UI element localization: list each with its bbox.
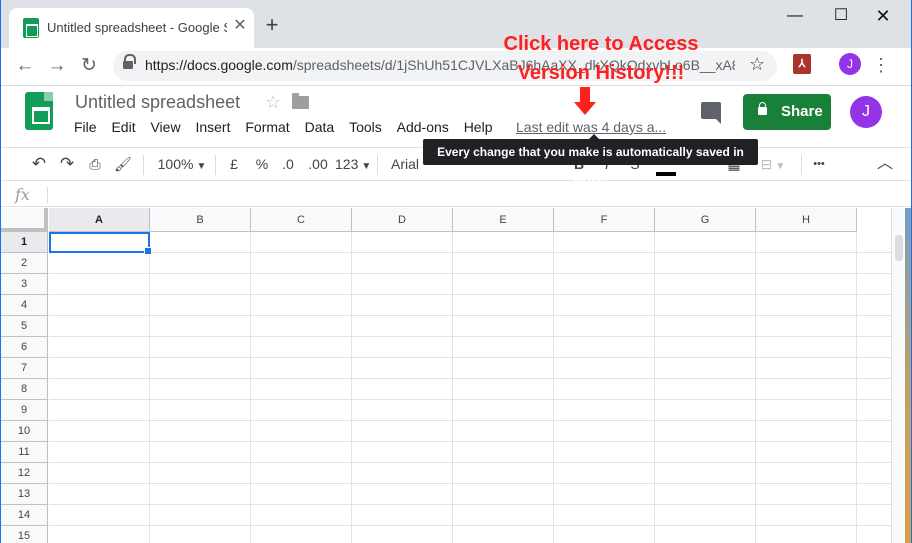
row-header[interactable]: 15 — [1, 526, 48, 543]
lock-icon — [758, 102, 767, 115]
sheets-logo-icon[interactable] — [25, 92, 53, 130]
undo-icon[interactable]: ↶ — [29, 154, 49, 174]
paint-format-icon[interactable]: 🖌 — [113, 154, 133, 174]
formula-bar[interactable]: fx — [1, 183, 911, 207]
column-header[interactable]: C — [251, 208, 352, 232]
font-select[interactable]: Arial — [391, 154, 421, 174]
toolbar-divider — [801, 155, 802, 175]
row-header[interactable]: 6 — [1, 337, 48, 358]
zoom-select[interactable]: 100% ▼ — [153, 154, 211, 174]
increase-decimal-button[interactable]: .00 — [305, 154, 331, 174]
toolbar-divider — [215, 155, 216, 175]
row-header[interactable]: 14 — [1, 505, 48, 526]
number-format-select[interactable]: 123 ▼ — [335, 154, 371, 174]
window-maximize-button[interactable]: ☐ — [819, 4, 863, 28]
menu-tools[interactable]: Tools — [349, 119, 382, 135]
row-header[interactable]: 2 — [1, 253, 48, 274]
new-tab-button[interactable]: + — [261, 14, 283, 36]
row-header[interactable]: 7 — [1, 358, 48, 379]
last-edit-link[interactable]: Last edit was 4 days a... — [516, 119, 666, 135]
row-header[interactable]: 8 — [1, 379, 48, 400]
tab-title: Untitled spreadsheet - Google Sh — [47, 20, 227, 35]
row-header[interactable]: 12 — [1, 463, 48, 484]
tab-strip: Untitled spreadsheet - Google Sh ✕ + — ☐… — [1, 0, 911, 48]
percent-format-button[interactable]: % — [253, 154, 271, 174]
cell-area[interactable] — [49, 232, 891, 543]
row-header[interactable]: 5 — [1, 316, 48, 337]
chrome-profile-avatar[interactable]: J — [839, 53, 861, 75]
fx-icon: fx — [15, 185, 30, 204]
back-arrow-icon[interactable]: ← — [11, 52, 39, 80]
tab-close-icon[interactable]: ✕ — [231, 17, 249, 35]
menu-format[interactable]: Format — [245, 119, 289, 135]
lock-icon[interactable] — [123, 54, 136, 71]
document-title[interactable]: Untitled spreadsheet — [75, 92, 240, 113]
window-close-button[interactable]: ✕ — [861, 4, 905, 28]
sheets-favicon-icon — [23, 18, 39, 38]
comment-history-icon[interactable] — [701, 102, 721, 124]
merge-cells-icon[interactable]: ⊟ ▼ — [755, 154, 791, 174]
row-header[interactable]: 1 — [1, 232, 48, 253]
menu-view[interactable]: View — [150, 119, 180, 135]
menu-bar: File Edit View Insert Format Data Tools … — [74, 119, 503, 139]
reload-icon[interactable]: ↻ — [75, 52, 103, 80]
selected-cell-a1[interactable] — [49, 232, 152, 255]
menu-help[interactable]: Help — [464, 119, 493, 135]
chrome-menu-icon[interactable]: ⋮ — [871, 52, 891, 78]
share-button[interactable]: Share — [743, 94, 831, 130]
menu-insert[interactable]: Insert — [195, 119, 230, 135]
share-label: Share — [781, 103, 823, 120]
row-header[interactable]: 10 — [1, 421, 48, 442]
column-header[interactable]: B — [150, 208, 251, 232]
column-header[interactable]: G — [655, 208, 756, 232]
row-header[interactable]: 13 — [1, 484, 48, 505]
toolbar-divider — [377, 155, 378, 175]
version-history-annotation: Click here to Access Version History!!! — [461, 30, 741, 88]
currency-format-button[interactable]: £ — [225, 154, 243, 174]
menu-addons[interactable]: Add-ons — [397, 119, 449, 135]
menu-file[interactable]: File — [74, 119, 97, 135]
formula-divider — [47, 187, 48, 203]
scrollbar-thumb[interactable] — [895, 235, 903, 261]
more-options-button[interactable]: ••• — [809, 154, 829, 174]
browser-tab[interactable]: Untitled spreadsheet - Google Sh ✕ — [9, 8, 254, 48]
select-all-corner[interactable] — [1, 208, 48, 232]
collapse-chevron-icon[interactable]: ︿ — [875, 154, 895, 174]
row-header[interactable]: 9 — [1, 400, 48, 421]
red-arrow-icon — [580, 87, 590, 103]
move-to-folder-icon[interactable] — [292, 93, 309, 109]
row-header[interactable]: 11 — [1, 442, 48, 463]
row-header[interactable]: 3 — [1, 274, 48, 295]
pdf-extension-icon[interactable]: ⅄ — [793, 54, 811, 74]
bookmark-star-icon[interactable]: ☆ — [749, 54, 765, 75]
column-header[interactable]: F — [554, 208, 655, 232]
star-document-icon[interactable]: ☆ — [265, 92, 281, 113]
menu-edit[interactable]: Edit — [111, 119, 135, 135]
column-header[interactable]: E — [453, 208, 554, 232]
annotation-line-2: Version History!!! — [517, 62, 685, 84]
column-header[interactable]: A — [49, 208, 150, 232]
spreadsheet-grid[interactable]: A B C D E F G H 1 2 3 4 5 6 7 8 9 10 11 … — [1, 208, 891, 543]
toolbar-divider — [143, 155, 144, 175]
red-arrow-head-icon — [574, 102, 596, 115]
decrease-decimal-button[interactable]: .0 — [277, 154, 299, 174]
menu-data[interactable]: Data — [305, 119, 335, 135]
vertical-scrollbar[interactable] — [891, 208, 905, 543]
print-icon[interactable]: ⎙ — [85, 154, 105, 174]
annotation-line-1: Click here to Access — [503, 33, 699, 55]
forward-arrow-icon[interactable]: → — [43, 52, 71, 80]
redo-icon[interactable]: ↷ — [57, 154, 77, 174]
column-header[interactable]: D — [352, 208, 453, 232]
desktop-background — [905, 208, 911, 543]
window-minimize-button[interactable]: — — [773, 4, 817, 28]
row-header[interactable]: 4 — [1, 295, 48, 316]
browser-window: Untitled spreadsheet - Google Sh ✕ + — ☐… — [0, 0, 912, 543]
autosave-tooltip: Every change that you make is automatica… — [423, 134, 758, 185]
browser-toolbar: ← → ↻ https://docs.google.com/spreadshee… — [1, 48, 911, 86]
text-color-icon[interactable] — [656, 172, 676, 176]
column-header[interactable]: H — [756, 208, 857, 232]
account-avatar[interactable]: J — [850, 96, 882, 128]
